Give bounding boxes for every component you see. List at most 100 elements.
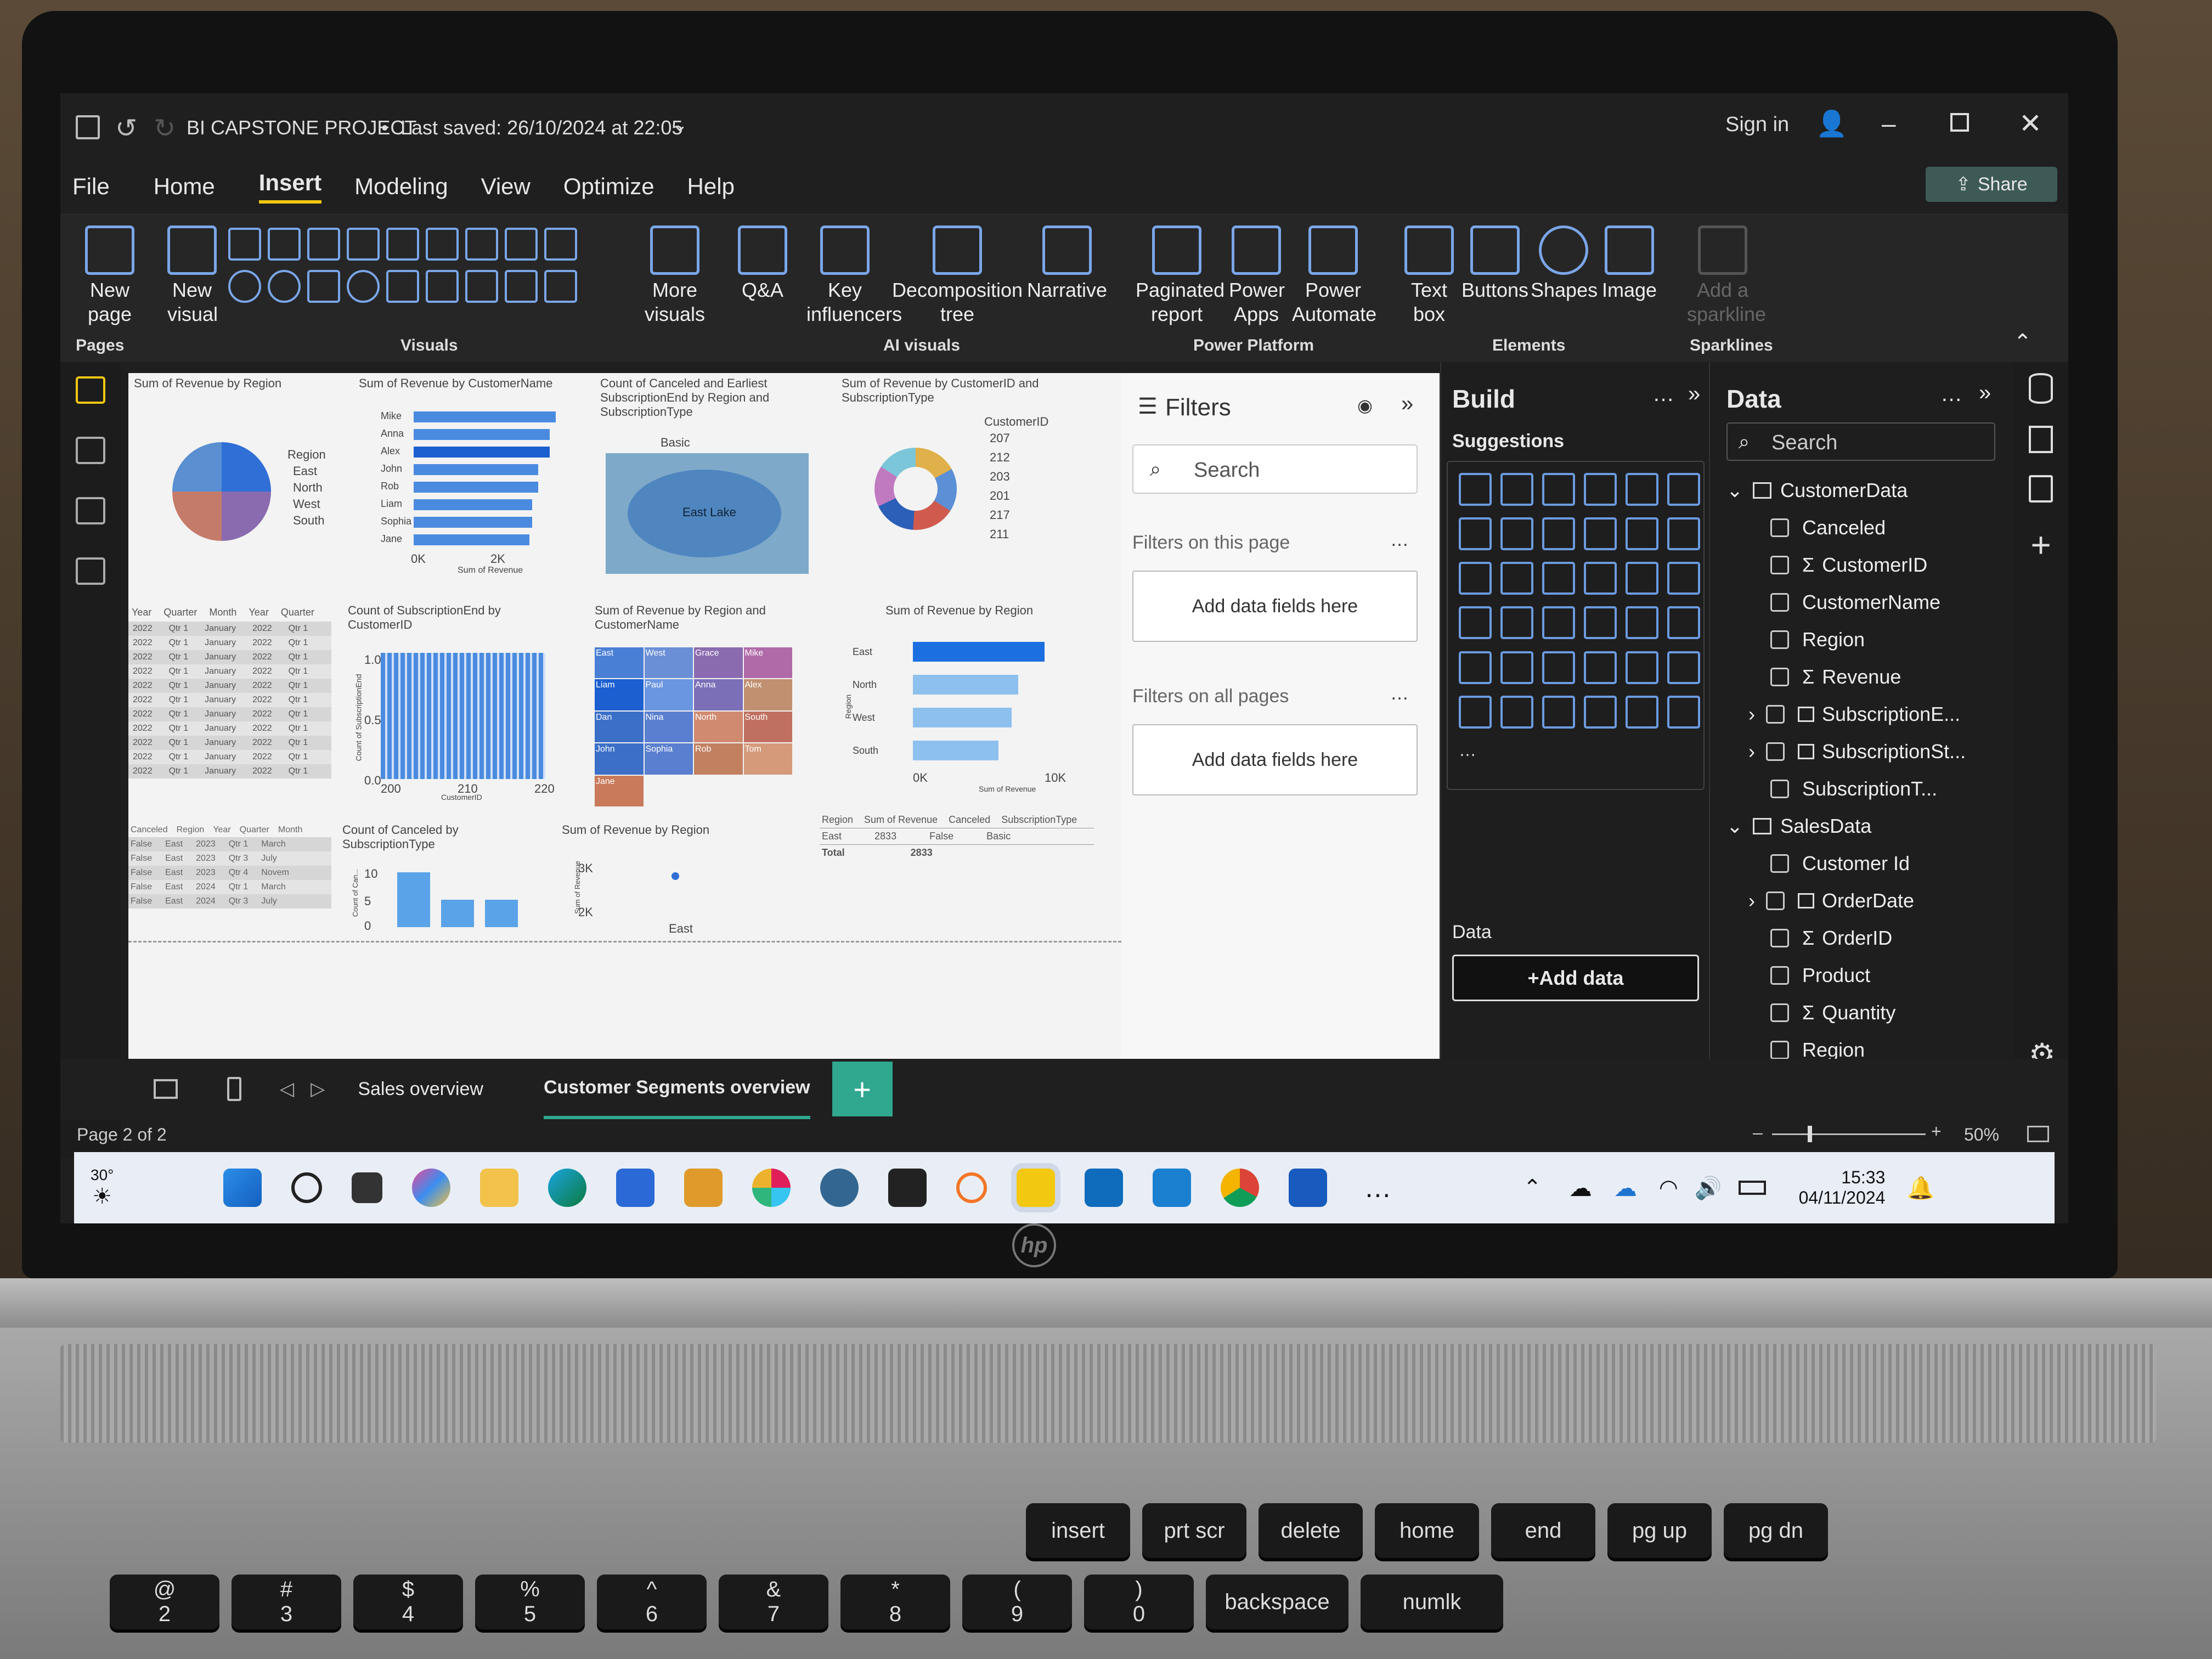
treemap-icon[interactable] — [307, 270, 340, 303]
key-insert[interactable]: insert — [1026, 1503, 1130, 1558]
line-chart-icon[interactable] — [465, 228, 498, 261]
suggested-visual-icon[interactable] — [1542, 473, 1575, 506]
suggested-visual-icon[interactable] — [1500, 517, 1533, 551]
model-view-icon[interactable] — [76, 497, 105, 524]
visual-revenue-scatter[interactable]: Sum of Revenue by Region 3K 2K East Sum … — [562, 823, 792, 944]
stacked-column-icon[interactable] — [386, 228, 419, 261]
key[interactable]: numlk — [1361, 1575, 1503, 1629]
key[interactable]: #3 — [232, 1575, 341, 1629]
field-table-customerdata[interactable]: ⌄ CustomerData — [1726, 472, 2001, 509]
buttons-button[interactable]: Buttons — [1459, 225, 1531, 302]
key[interactable]: @2 — [110, 1575, 219, 1629]
undo-icon[interactable]: ↺ — [115, 113, 137, 144]
more-suggestions-icon[interactable]: … — [1459, 740, 1492, 773]
suggested-visual-icon[interactable] — [1500, 473, 1533, 506]
suggested-visual-icon[interactable] — [1584, 695, 1617, 729]
key-prt-scr[interactable]: prt scr — [1142, 1503, 1246, 1558]
suggested-visual-icon[interactable] — [1542, 651, 1575, 684]
field-table-salesdata[interactable]: ⌄ SalesData — [1726, 808, 2001, 845]
chevron-right-icon[interactable]: › — [1748, 889, 1755, 912]
chevron-down-icon[interactable]: ⌄ — [672, 114, 688, 136]
filters-all-pages-more-icon[interactable]: … — [1390, 683, 1409, 704]
filters-on-page-more-icon[interactable]: … — [1390, 529, 1409, 551]
visual-summary-table[interactable]: Region Sum of Revenue Canceled Subscription… — [820, 812, 1094, 894]
file-explorer-icon[interactable] — [480, 1169, 519, 1207]
zoom-in-icon[interactable]: + — [1931, 1121, 1942, 1142]
area-chart-icon[interactable] — [505, 228, 538, 261]
data-pane-icon[interactable] — [2029, 373, 2053, 404]
slack-icon[interactable] — [752, 1169, 791, 1207]
data-more-icon[interactable]: … — [1940, 382, 1962, 407]
add-page-button[interactable]: + — [832, 1062, 893, 1116]
visual-subscriptionend-column[interactable]: Count of SubscriptionEnd by CustomerID 1… — [337, 603, 567, 802]
add-pane-icon[interactable]: + — [2013, 524, 2068, 565]
field-checkbox[interactable] — [1770, 518, 1789, 537]
field-item[interactable]: Product — [1726, 957, 2001, 994]
visual-revenue-region-bar[interactable]: Sum of Revenue by Region East North West So… — [836, 603, 1110, 806]
key[interactable]: & 7 — [719, 1575, 828, 1629]
battery-icon[interactable] — [1738, 1181, 1766, 1195]
suggested-visual-icon[interactable] — [1626, 562, 1658, 595]
key[interactable]: ) 0 — [1084, 1575, 1194, 1629]
suggested-visual-icon[interactable] — [1584, 473, 1617, 506]
key-pg-up[interactable]: pg up — [1607, 1503, 1712, 1558]
field-checkbox[interactable] — [1770, 780, 1789, 798]
suggested-visual-icon[interactable] — [1626, 695, 1658, 729]
text-box-button[interactable]: Text box — [1399, 225, 1459, 326]
suggested-visual-icon[interactable] — [1626, 606, 1658, 640]
task-view-icon[interactable] — [352, 1172, 383, 1203]
key-delete[interactable]: delete — [1259, 1503, 1363, 1558]
map-icon[interactable] — [347, 270, 380, 303]
matrix-icon[interactable] — [544, 270, 577, 303]
field-checkbox[interactable] — [1770, 556, 1789, 574]
narrative-button[interactable]: Narrative — [1018, 225, 1116, 302]
search-icon[interactable] — [291, 1172, 323, 1203]
field-checkbox[interactable] — [1770, 1003, 1789, 1022]
field-checkbox[interactable] — [1770, 668, 1789, 686]
field-item[interactable]: › SubscriptionSt... — [1726, 733, 2001, 770]
chevron-right-icon[interactable]: › — [1748, 703, 1755, 726]
suggested-visual-icon[interactable] — [1584, 562, 1617, 595]
visual-canceled-by-type[interactable]: Count of Canceled by SubscriptionType 10… — [342, 823, 540, 933]
column-chart-icon[interactable] — [268, 228, 301, 261]
card-icon[interactable] — [426, 270, 459, 303]
field-checkbox[interactable] — [1766, 891, 1785, 910]
key-end[interactable]: end — [1491, 1503, 1595, 1558]
field-checkbox[interactable] — [1770, 854, 1789, 873]
terminal-icon[interactable] — [888, 1169, 927, 1207]
suggested-visual-icon[interactable] — [1500, 695, 1533, 729]
fit-page-icon[interactable] — [2027, 1126, 2049, 1142]
save-icon[interactable] — [76, 115, 100, 139]
prev-page-icon[interactable]: ◁ — [280, 1078, 294, 1100]
image-button[interactable]: Image — [1596, 225, 1662, 302]
add-sparkline-button[interactable]: Add a sparkline — [1679, 225, 1767, 326]
suggested-visual-icon[interactable] — [1542, 606, 1575, 640]
suggested-visual-icon[interactable] — [1542, 695, 1575, 729]
field-checkbox[interactable] — [1770, 966, 1789, 985]
suggested-visual-icon[interactable] — [1584, 517, 1617, 551]
shapes-button[interactable]: Shapes — [1531, 225, 1598, 302]
field-item[interactable]: Σ CustomerID — [1726, 546, 2001, 584]
mobile-layout-icon[interactable] — [227, 1077, 241, 1101]
table-icon[interactable] — [505, 270, 538, 303]
key-influencers-button[interactable]: Key influencers — [798, 225, 902, 326]
suggested-visual-icon[interactable] — [1500, 606, 1533, 640]
pie-chart-icon[interactable] — [228, 270, 261, 303]
copilot-icon[interactable] — [412, 1169, 451, 1207]
desktop-layout-icon[interactable] — [154, 1079, 178, 1099]
postgres-icon[interactable] — [820, 1169, 859, 1207]
power-bi-icon[interactable] — [1017, 1169, 1056, 1207]
key[interactable]: backspace — [1206, 1575, 1348, 1629]
maximize-icon[interactable] — [1950, 113, 1969, 132]
build-collapse-icon[interactable]: » — [1688, 382, 1700, 407]
cloud-icon[interactable]: ☁ — [1569, 1175, 1592, 1201]
suggested-visual-icon[interactable] — [1626, 473, 1658, 506]
suggested-visual-icon[interactable] — [1459, 562, 1492, 595]
clock[interactable]: 15:33 04/11/2024 — [1799, 1167, 1886, 1208]
volume-icon[interactable]: 🔊 — [1695, 1175, 1722, 1201]
onedrive-icon[interactable]: ☁ — [1614, 1175, 1637, 1201]
vscode-icon[interactable] — [1153, 1169, 1192, 1207]
new-page-button[interactable]: New page — [71, 225, 148, 326]
stacked-bar-icon[interactable] — [307, 228, 340, 261]
menu-view[interactable]: View — [481, 173, 531, 200]
